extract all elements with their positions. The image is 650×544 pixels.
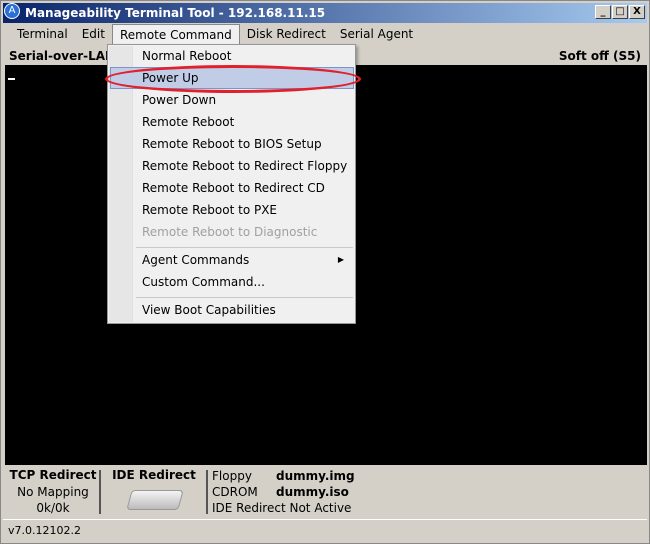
menu-item-reboot-diagnostic: Remote Reboot to Diagnostic — [142, 225, 318, 239]
menu-bar: Terminal Edit Remote Command Disk Redire… — [3, 24, 420, 45]
ide-redirect-title: IDE Redirect — [112, 468, 196, 482]
ide-redirect-state: IDE Redirect Not Active — [212, 501, 352, 515]
tcp-mapping: No Mapping — [17, 485, 89, 499]
floppy-image: dummy.img — [276, 469, 355, 483]
version-label: v7.0.12102.2 — [3, 519, 647, 541]
menu-remote-command[interactable]: Remote Command — [111, 24, 240, 45]
menu-item-normal-reboot[interactable]: Normal Reboot — [110, 45, 354, 67]
submenu-arrow-icon: ▶ — [337, 255, 344, 264]
menu-serial-agent[interactable]: Serial Agent — [333, 24, 420, 45]
tcp-redirect-title: TCP Redirect — [9, 468, 97, 482]
menu-disk-redirect[interactable]: Disk Redirect — [240, 24, 333, 45]
power-state: Soft off (S5) — [558, 49, 641, 63]
menu-item-reboot-pxe[interactable]: Remote Reboot to PXE — [110, 199, 354, 221]
menu-item-reboot-bios[interactable]: Remote Reboot to BIOS Setup — [110, 133, 354, 155]
terminal-cursor — [8, 78, 15, 80]
menu-item-agent-commands[interactable]: Agent Commands ▶ — [110, 249, 354, 271]
maximize-button[interactable]: □ — [612, 5, 628, 19]
agent-commands-label: Agent Commands — [142, 253, 250, 267]
menu-item-reboot-floppy[interactable]: Remote Reboot to Redirect Floppy — [110, 155, 354, 177]
title-bar: Manageability Terminal Tool - 192.168.11… — [3, 3, 647, 23]
cdrom-image: dummy.iso — [276, 485, 349, 499]
annotation-oval — [105, 65, 361, 93]
menu-item-remote-reboot[interactable]: Remote Reboot — [110, 111, 354, 133]
app-window: Manageability Terminal Tool - 192.168.11… — [0, 0, 650, 544]
close-button[interactable]: X — [629, 5, 645, 19]
window-title: Manageability Terminal Tool - 192.168.11… — [25, 6, 326, 20]
disk-drive-icon — [126, 490, 184, 510]
app-icon: A — [4, 3, 20, 19]
menu-item-reboot-cd[interactable]: Remote Reboot to Redirect CD — [110, 177, 354, 199]
menu-item-custom-command[interactable]: Custom Command... — [110, 271, 354, 293]
tcp-rate: 0k/0k — [36, 501, 70, 515]
menu-edit[interactable]: Edit — [75, 24, 112, 45]
menu-item-view-boot-capabilities[interactable]: View Boot Capabilities — [110, 299, 354, 321]
redirect-panel: TCP Redirect No Mapping 0k/0k IDE Redire… — [3, 466, 647, 519]
minimize-button[interactable]: _ — [595, 5, 611, 19]
floppy-label: Floppy — [212, 469, 252, 483]
cdrom-label: CDROM — [212, 485, 258, 499]
menu-terminal[interactable]: Terminal — [3, 24, 75, 45]
